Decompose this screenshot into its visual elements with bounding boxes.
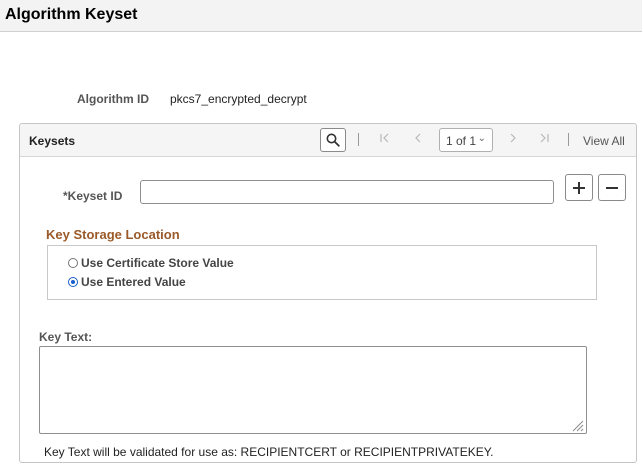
- chevron-down-icon: ⌄: [477, 133, 486, 144]
- page-title: Algorithm Keyset: [5, 6, 138, 23]
- last-page-button[interactable]: [538, 131, 550, 149]
- resize-grip-icon[interactable]: [571, 419, 584, 432]
- previous-page-button[interactable]: [412, 131, 424, 149]
- view-all-link[interactable]: View All: [583, 134, 625, 148]
- radio-checked[interactable]: [68, 277, 78, 287]
- separator: [568, 133, 569, 146]
- search-button[interactable]: [320, 128, 346, 152]
- keysets-grid: Keysets 1 of 1 ⌄ View All *Keyset ID Key…: [19, 123, 637, 463]
- first-page-button[interactable]: [379, 131, 391, 149]
- page-selector[interactable]: 1 of 1 ⌄: [439, 128, 493, 152]
- key-storage-location-title: Key Storage Location: [46, 227, 180, 242]
- algorithm-id-label: Algorithm ID: [77, 92, 149, 106]
- search-icon: [326, 133, 340, 147]
- separator: [358, 133, 359, 146]
- radio-label: Use Certificate Store Value: [81, 256, 234, 270]
- first-page-icon: [380, 133, 389, 143]
- key-text-validation-note: Key Text will be validated for use as: R…: [44, 445, 494, 459]
- minus-icon: [606, 186, 618, 189]
- previous-page-icon: [415, 133, 421, 143]
- next-page-button[interactable]: [507, 131, 519, 149]
- title-bar: Algorithm Keyset: [0, 0, 642, 32]
- keyset-id-input[interactable]: [140, 180, 554, 204]
- key-storage-location-group: Use Certificate Store Value Use Entered …: [47, 245, 597, 300]
- page-selector-value: 1 of 1: [446, 134, 477, 148]
- radio-use-entered-value[interactable]: Use Entered Value: [68, 274, 186, 290]
- delete-row-button[interactable]: [598, 174, 626, 201]
- last-page-icon: [540, 133, 549, 143]
- radio-label: Use Entered Value: [81, 275, 186, 289]
- keysets-header: Keysets 1 of 1 ⌄ View All: [20, 124, 636, 157]
- key-text-input[interactable]: [39, 346, 587, 434]
- next-page-icon: [510, 133, 516, 143]
- keyset-id-label: *Keyset ID: [63, 189, 123, 203]
- algorithm-id-value: pkcs7_encrypted_decrypt: [170, 92, 307, 106]
- key-text-label: Key Text:: [39, 330, 93, 344]
- radio-unchecked[interactable]: [68, 258, 78, 268]
- radio-use-certificate-store[interactable]: Use Certificate Store Value: [68, 255, 234, 271]
- plus-icon: [573, 181, 585, 194]
- add-row-button[interactable]: [565, 174, 593, 201]
- keysets-title: Keysets: [29, 134, 76, 148]
